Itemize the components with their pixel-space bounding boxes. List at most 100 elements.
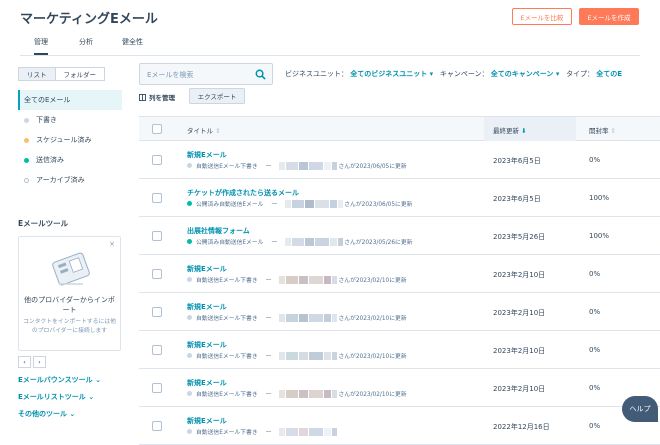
redacted-user	[279, 313, 338, 322]
campaign-dropdown[interactable]: 全てのキャンペーン ▾	[491, 70, 560, 78]
email-status: 自動送信Eメール下書き	[196, 430, 258, 436]
tab-analyze[interactable]: 分析	[79, 37, 93, 47]
separator: —	[265, 276, 272, 283]
email-name-link[interactable]: 新規Eメール	[187, 416, 227, 426]
sidebar-item-label: スケジュール済み	[36, 136, 92, 144]
type-dropdown[interactable]: 全てのE	[596, 70, 622, 78]
last-updated-cell: 2023年2月10日	[493, 385, 546, 393]
status-dot-icon	[187, 201, 192, 206]
separator: —	[265, 162, 272, 169]
table-row[interactable]: 出展社情報フォーム 公開済み自動送信Eメール — さんが2023/05/26に更…	[139, 217, 660, 255]
table-row[interactable]: 新規Eメール 自動送信Eメール下書き — 2022年12月16日 0%	[139, 407, 660, 445]
last-updated-cell: 2023年6月5日	[493, 157, 541, 165]
email-name-link[interactable]: チケットが作成されたら送るメール	[187, 188, 299, 198]
sort-icon: ⇕	[610, 127, 617, 135]
select-all-checkbox[interactable]	[152, 124, 162, 134]
export-button[interactable]: エクスポート	[189, 88, 245, 104]
email-status: 公開済み自動送信Eメール	[196, 240, 264, 246]
table-header: タイトル ⇕ 最終更新 ⬇ 開封率 ⇕	[139, 116, 660, 141]
open-rate-cell: 0%	[589, 270, 601, 278]
sidebar-nav: 全てのEメール 下書き スケジュール済み 送信済み アーカイブ済み	[18, 90, 122, 190]
last-updated-cell: 2023年5月26日	[493, 233, 546, 241]
folder-view-button[interactable]: フォルダー	[55, 67, 105, 81]
chevron-left-icon[interactable]: ‹	[18, 356, 31, 368]
email-status-line: 自動送信Eメール下書き — さんが2023/02/10に更新	[187, 313, 407, 322]
sidebar-item-all[interactable]: 全てのEメール	[18, 90, 122, 110]
redacted-user	[279, 427, 338, 436]
status-dot-icon	[187, 239, 192, 244]
updated-by-text: さんが2023/06/05に更新	[338, 164, 407, 170]
import-card-desc: コンタクトをインポートするには他のプロバイダーに接続します	[23, 319, 116, 334]
create-email-button[interactable]: Eメールを作成	[579, 8, 639, 25]
email-name-link[interactable]: 新規Eメール	[187, 340, 227, 350]
header-label: 開封率	[589, 127, 609, 135]
search-icon[interactable]	[255, 69, 266, 80]
campaign-label: キャンペーン：	[439, 70, 489, 78]
header-label: 最終更新	[493, 127, 519, 135]
compare-emails-button[interactable]: Eメールを比較	[512, 8, 572, 25]
sidebar-item-archived[interactable]: アーカイブ済み	[18, 170, 122, 190]
email-status-line: 自動送信Eメール下書き — さんが2023/06/05に更新	[187, 161, 407, 170]
separator: —	[265, 314, 272, 321]
row-checkbox[interactable]	[152, 307, 162, 317]
email-name-link[interactable]: 出展社情報フォーム	[187, 226, 250, 236]
email-status-line: 公開済み自動送信Eメール — さんが2023/06/05に更新	[187, 199, 412, 208]
table-row[interactable]: 新規Eメール 自動送信Eメール下書き — さんが2023/06/05に更新 20…	[139, 141, 660, 179]
help-button[interactable]: ヘルプ	[622, 396, 658, 422]
email-status-line: 公開済み自動送信Eメール — さんが2023/05/26に更新	[187, 237, 412, 246]
row-checkbox[interactable]	[152, 345, 162, 355]
email-status-line: 自動送信Eメール下書き — さんが2023/02/10に更新	[187, 389, 407, 398]
search-input[interactable]: Eメールを検索	[139, 63, 273, 85]
column-last-updated-header[interactable]: 最終更新 ⬇	[484, 117, 576, 141]
row-checkbox[interactable]	[152, 269, 162, 279]
list-view-button[interactable]: リスト	[18, 67, 56, 81]
column-title-header[interactable]: タイトル ⇕	[187, 125, 221, 135]
redacted-user	[279, 351, 338, 360]
email-name-link[interactable]: 新規Eメール	[187, 150, 227, 160]
last-updated-cell: 2023年2月10日	[493, 271, 546, 279]
table-row[interactable]: 新規Eメール 自動送信Eメール下書き — さんが2023/02/10に更新 20…	[139, 255, 660, 293]
view-toggle: リスト フォルダー	[18, 67, 105, 81]
open-rate-cell: 0%	[589, 384, 601, 392]
chevron-right-icon[interactable]: ›	[33, 356, 46, 368]
table-row[interactable]: チケットが作成されたら送るメール 公開済み自動送信Eメール — さんが2023/…	[139, 179, 660, 217]
updated-by-text: さんが2023/05/26に更新	[344, 240, 413, 246]
import-card: × 他のプロバイダーからインポート コンタクトをインポートするには他のプロバイダ…	[18, 236, 121, 351]
row-checkbox[interactable]	[152, 383, 162, 393]
sidebar-item-sent[interactable]: 送信済み	[18, 150, 122, 170]
row-checkbox[interactable]	[152, 193, 162, 203]
email-name-link[interactable]: 新規Eメール	[187, 378, 227, 388]
email-name-link[interactable]: 新規Eメール	[187, 264, 227, 274]
table-row[interactable]: 新規Eメール 自動送信Eメール下書き — さんが2023/02/10に更新 20…	[139, 369, 660, 407]
updated-by-text: さんが2023/02/10に更新	[338, 278, 407, 284]
business-unit-dropdown[interactable]: 全てのビジネスユニット ▾	[350, 70, 433, 78]
list-tools-link[interactable]: Eメールリストツール ⌄	[18, 392, 94, 402]
sidebar-item-drafts[interactable]: 下書き	[18, 110, 122, 130]
row-checkbox[interactable]	[152, 155, 162, 165]
status-dot-icon	[187, 163, 192, 168]
column-open-rate-header[interactable]: 開封率 ⇕	[589, 125, 616, 135]
status-dot-icon	[24, 137, 29, 143]
email-name-link[interactable]: 新規Eメール	[187, 302, 227, 312]
manage-columns-button[interactable]: 列を管理	[139, 92, 175, 102]
tab-manage[interactable]: 管理	[34, 37, 48, 55]
table-row[interactable]: 新規Eメール 自動送信Eメール下書き — さんが2023/02/10に更新 20…	[139, 293, 660, 331]
last-updated-cell: 2022年12月16日	[493, 423, 550, 431]
email-table: タイトル ⇕ 最終更新 ⬇ 開封率 ⇕ 新規Eメール 自動送信Eメール下書き —…	[139, 116, 660, 445]
last-updated-cell: 2023年2月10日	[493, 309, 546, 317]
last-updated-cell: 2023年6月5日	[493, 195, 541, 203]
tab-health[interactable]: 健全性	[122, 37, 143, 47]
columns-icon	[139, 93, 146, 101]
close-icon[interactable]: ×	[109, 240, 115, 248]
redacted-user	[279, 161, 338, 170]
bounce-tools-link[interactable]: Eメールバウンスツール ⌄	[18, 375, 101, 385]
other-tools-link[interactable]: その他のツール ⌄	[18, 409, 75, 419]
table-row[interactable]: 新規Eメール 自動送信Eメール下書き — さんが2023/02/10に更新 20…	[139, 331, 660, 369]
separator: —	[271, 238, 278, 245]
separator: —	[265, 352, 272, 359]
import-card-title: 他のプロバイダーからインポート	[24, 296, 115, 314]
row-checkbox[interactable]	[152, 231, 162, 241]
sidebar-item-scheduled[interactable]: スケジュール済み	[18, 130, 122, 150]
email-status: 自動送信Eメール下書き	[196, 392, 258, 398]
open-rate-cell: 0%	[589, 422, 601, 430]
